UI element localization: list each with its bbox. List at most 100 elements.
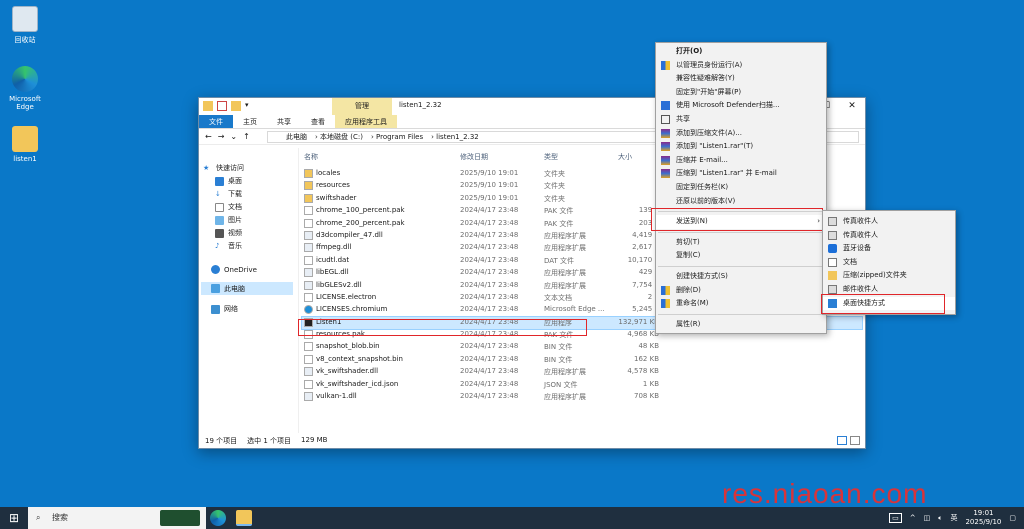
recycle-bin-shortcut[interactable]: 回收站	[0, 6, 50, 45]
nav-downloads[interactable]: ↓ 下载	[215, 189, 242, 199]
tab-view[interactable]: 查看	[301, 115, 335, 128]
windows-start-icon[interactable]: ⊞	[6, 510, 22, 526]
menu-item[interactable]: 删除(D)	[656, 284, 826, 298]
shield-icon	[661, 60, 670, 70]
nav-music[interactable]: ♪ 音乐	[215, 241, 242, 251]
nav-pictures[interactable]: 图片	[215, 215, 242, 225]
file-icon	[304, 354, 313, 364]
menu-item[interactable]: 共享	[656, 113, 826, 127]
menu-item-label: 添加到压缩文件(A)...	[676, 128, 742, 137]
menu-item[interactable]: 压缩(zipped)文件夹	[823, 269, 955, 283]
dll-icon	[304, 230, 313, 240]
file-row[interactable]: v8_context_snapshot.bin 2024/4/17 23:48 BI…	[302, 354, 862, 366]
file-row[interactable]: snapshot_blob.bin 2024/4/17 23:48 BIN 文件 48…	[302, 341, 862, 353]
menu-item[interactable]: 固定到"开始"屏幕(P)	[656, 86, 826, 100]
taskbar-edge-icon[interactable]	[210, 510, 226, 526]
col-size[interactable]: 大小	[618, 152, 632, 162]
file-row[interactable]: vk_swiftshader.dll 2024/4/17 23:48 应用程序扩展 4…	[302, 366, 862, 378]
nav-this-pc[interactable]: 此电脑	[201, 282, 293, 295]
menu-item[interactable]: 还原以前的版本(V)	[656, 195, 826, 209]
nav-videos[interactable]: 视频	[215, 228, 242, 238]
menu-item[interactable]: 打开(O)	[656, 45, 826, 59]
menu-item[interactable]: 传真收件人	[823, 215, 955, 229]
tab-home[interactable]: 主页	[233, 115, 267, 128]
file-type: 应用程序扩展	[544, 269, 586, 278]
details-view-icon[interactable]	[837, 436, 847, 445]
new-folder-icon[interactable]	[231, 101, 241, 111]
recent-chevron-icon[interactable]: ⌄	[230, 132, 237, 141]
menu-item-label: 重命名(M)	[676, 299, 709, 308]
tab-app-tools[interactable]: 应用程序工具	[335, 115, 397, 128]
menu-item[interactable]: 创建快捷方式(S)	[656, 270, 826, 284]
chevron-down-icon[interactable]: ▾	[245, 101, 255, 111]
keyboard-icon[interactable]: ▭	[889, 513, 902, 523]
file-name: locales	[316, 169, 341, 177]
menu-item[interactable]: 以管理员身份运行(A)	[656, 59, 826, 73]
taskbar-explorer-icon[interactable]	[236, 510, 252, 526]
file-name: libGLESv2.dll	[316, 280, 362, 289]
nav-documents[interactable]: 文档	[215, 202, 242, 212]
menu-item[interactable]: 固定到任务栏(K)	[656, 181, 826, 195]
bluetooth-icon	[828, 244, 837, 254]
chevron-up-icon[interactable]: ^	[910, 514, 916, 522]
ime-indicator[interactable]: 英	[950, 513, 957, 523]
menu-item-label: 复制(C)	[676, 251, 701, 260]
network-tray-icon[interactable]: ◫	[924, 514, 931, 522]
menu-item-label: 创建快捷方式(S)	[676, 271, 728, 280]
file-size: 708 KB	[634, 392, 659, 401]
col-name[interactable]: 名称	[304, 152, 318, 162]
clock[interactable]: 19:01 2025/9/10	[965, 509, 1001, 527]
breadcrumb-listen1[interactable]: listen1_2.32	[436, 133, 479, 141]
tiles-view-icon[interactable]	[850, 436, 860, 445]
breadcrumb-program-files[interactable]: Program Files	[376, 133, 423, 141]
file-type: 应用程序扩展	[544, 231, 586, 240]
listen1-folder-shortcut[interactable]: listen1	[0, 126, 50, 163]
menu-item[interactable]: 压缩到 "Listen1.rar" 并 E-mail	[656, 167, 826, 181]
breadcrumb-drive-c[interactable]: 本地磁盘 (C:)	[320, 133, 363, 141]
file-name: snapshot_blob.bin	[316, 342, 380, 351]
file-row[interactable]: vk_swiftshader_icd.json 2024/4/17 23:48 JS…	[302, 379, 862, 391]
contextual-tab-manage[interactable]: 管理	[332, 98, 392, 115]
breadcrumb-this-pc[interactable]: 此电脑	[286, 133, 307, 141]
menu-item[interactable]: 属性(R)	[656, 318, 826, 332]
up-icon[interactable]: ↑	[243, 132, 250, 141]
file-date: 2024/4/17 23:48	[460, 367, 519, 376]
menu-separator	[658, 313, 824, 315]
tab-file[interactable]: 文件	[199, 115, 233, 128]
notification-icon[interactable]: ▢	[1009, 514, 1016, 522]
menu-item[interactable]: 传真收件人	[823, 229, 955, 243]
menu-item[interactable]: 蓝牙设备	[823, 242, 955, 256]
taskbar-search-input[interactable]: ⌕ 搜索	[28, 507, 206, 529]
menu-item[interactable]: 添加到压缩文件(A)...	[656, 127, 826, 141]
volume-icon[interactable]: 🔈︎	[938, 514, 942, 523]
file-size: 132,971 KB	[618, 317, 659, 326]
menu-item[interactable]: 重命名(M)	[656, 297, 826, 311]
nav-quick-access[interactable]: ★ 快速访问	[203, 163, 244, 173]
close-icon[interactable]: ✕	[839, 98, 865, 115]
file-name: icudtl.dat	[316, 255, 350, 264]
menu-item[interactable]: 使用 Microsoft Defender扫描...	[656, 99, 826, 113]
cloud-icon	[211, 265, 220, 274]
file-row[interactable]: vulkan-1.dll 2024/4/17 23:48 应用程序扩展 708 KB	[302, 391, 862, 403]
nav-desktop[interactable]: 桌面	[215, 176, 242, 186]
back-icon[interactable]: ←	[205, 132, 212, 141]
menu-item[interactable]: 复制(C)	[656, 249, 826, 263]
nav-onedrive[interactable]: OneDrive	[211, 265, 257, 274]
menu-item[interactable]: 压缩并 E-mail...	[656, 154, 826, 168]
forward-icon[interactable]: →	[218, 132, 225, 141]
edge-shortcut[interactable]: Microsoft Edge	[0, 66, 50, 111]
col-type[interactable]: 类型	[544, 152, 558, 162]
menu-item-label: 固定到任务栏(K)	[676, 182, 729, 191]
menu-item[interactable]: 剪切(T)	[656, 236, 826, 250]
nav-network[interactable]: 网络	[211, 304, 238, 314]
col-date[interactable]: 修改日期	[460, 152, 488, 162]
menu-item[interactable]: 文档	[823, 256, 955, 270]
file-date: 2024/4/17 23:48	[460, 354, 519, 363]
edge-icon	[304, 305, 313, 315]
properties-icon[interactable]	[217, 101, 227, 111]
tab-share[interactable]: 共享	[267, 115, 301, 128]
menu-item-label: 属性(R)	[676, 319, 701, 328]
file-date: 2024/4/17 23:48	[460, 342, 519, 351]
menu-item[interactable]: 兼容性疑难解答(Y)	[656, 72, 826, 86]
menu-item[interactable]: 添加到 "Listen1.rar"(T)	[656, 140, 826, 154]
